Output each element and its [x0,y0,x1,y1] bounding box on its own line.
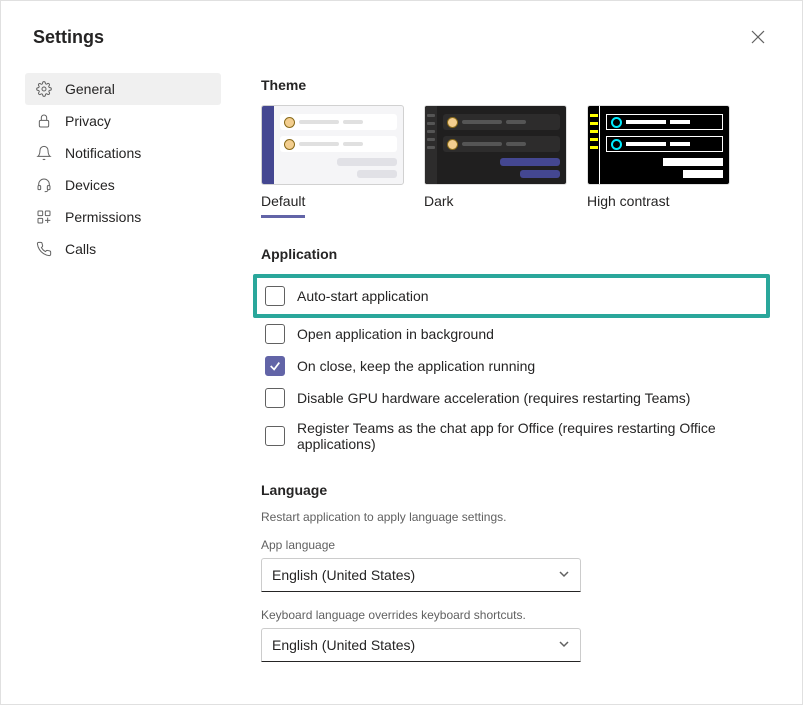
checkbox-auto-start[interactable] [265,286,285,306]
sidebar-item-calls[interactable]: Calls [25,233,221,265]
header: Settings [1,1,802,65]
app-language-select[interactable]: English (United States) [261,558,581,592]
checkbox-disable-gpu[interactable] [265,388,285,408]
language-hint: Restart application to apply language se… [261,510,762,524]
keyboard-language-label: Keyboard language overrides keyboard sho… [261,608,762,622]
sidebar-item-label: Notifications [65,145,141,161]
sidebar-item-label: Devices [65,177,115,193]
theme-preview-high-contrast [587,105,730,185]
option-disable-gpu[interactable]: Disable GPU hardware acceleration (requi… [261,382,762,414]
bell-icon [35,144,53,162]
checkbox-register-chat-app[interactable] [265,426,285,446]
app-language-label: App language [261,538,762,552]
main-panel: Theme Default [221,65,778,704]
phone-icon [35,240,53,258]
option-label: On close, keep the application running [297,358,535,374]
chevron-down-icon [558,567,570,583]
gear-icon [35,80,53,98]
sidebar-item-permissions[interactable]: Permissions [25,201,221,233]
keyboard-language-select[interactable]: English (United States) [261,628,581,662]
option-label: Register Teams as the chat app for Offic… [297,420,717,452]
sidebar-item-label: Permissions [65,209,141,225]
theme-label: High contrast [587,193,669,218]
theme-label: Default [261,193,305,218]
chevron-down-icon [558,637,570,653]
app-language-value: English (United States) [272,567,415,583]
sidebar-item-general[interactable]: General [25,73,221,105]
sidebar-item-devices[interactable]: Devices [25,169,221,201]
checkbox-open-background[interactable] [265,324,285,344]
option-keep-running[interactable]: On close, keep the application running [261,350,762,382]
sidebar-item-label: Privacy [65,113,111,129]
option-register-chat-app[interactable]: Register Teams as the chat app for Offic… [261,414,762,458]
theme-default[interactable]: Default [261,105,404,218]
theme-preview-default [261,105,404,185]
lock-icon [35,112,53,130]
sidebar-item-label: General [65,81,115,97]
page-title: Settings [33,27,104,48]
keyboard-language-value: English (United States) [272,637,415,653]
theme-high-contrast[interactable]: High contrast [587,105,730,218]
apps-icon [35,208,53,226]
sidebar-item-label: Calls [65,241,96,257]
close-button[interactable] [746,25,770,49]
headset-icon [35,176,53,194]
option-label: Disable GPU hardware acceleration (requi… [297,390,690,406]
theme-dark[interactable]: Dark [424,105,567,218]
option-open-background[interactable]: Open application in background [261,318,762,350]
application-heading: Application [261,246,762,262]
checkbox-keep-running[interactable] [265,356,285,376]
sidebar-item-notifications[interactable]: Notifications [25,137,221,169]
close-icon [751,30,765,44]
sidebar: General Privacy Notifications Devices [25,65,221,704]
theme-preview-dark [424,105,567,185]
theme-options: Default Dark [261,105,762,218]
language-heading: Language [261,482,762,498]
option-label: Open application in background [297,326,494,342]
theme-heading: Theme [261,77,762,93]
sidebar-item-privacy[interactable]: Privacy [25,105,221,137]
option-auto-start[interactable]: Auto-start application [253,274,770,318]
theme-label: Dark [424,193,454,218]
option-label: Auto-start application [297,288,429,304]
